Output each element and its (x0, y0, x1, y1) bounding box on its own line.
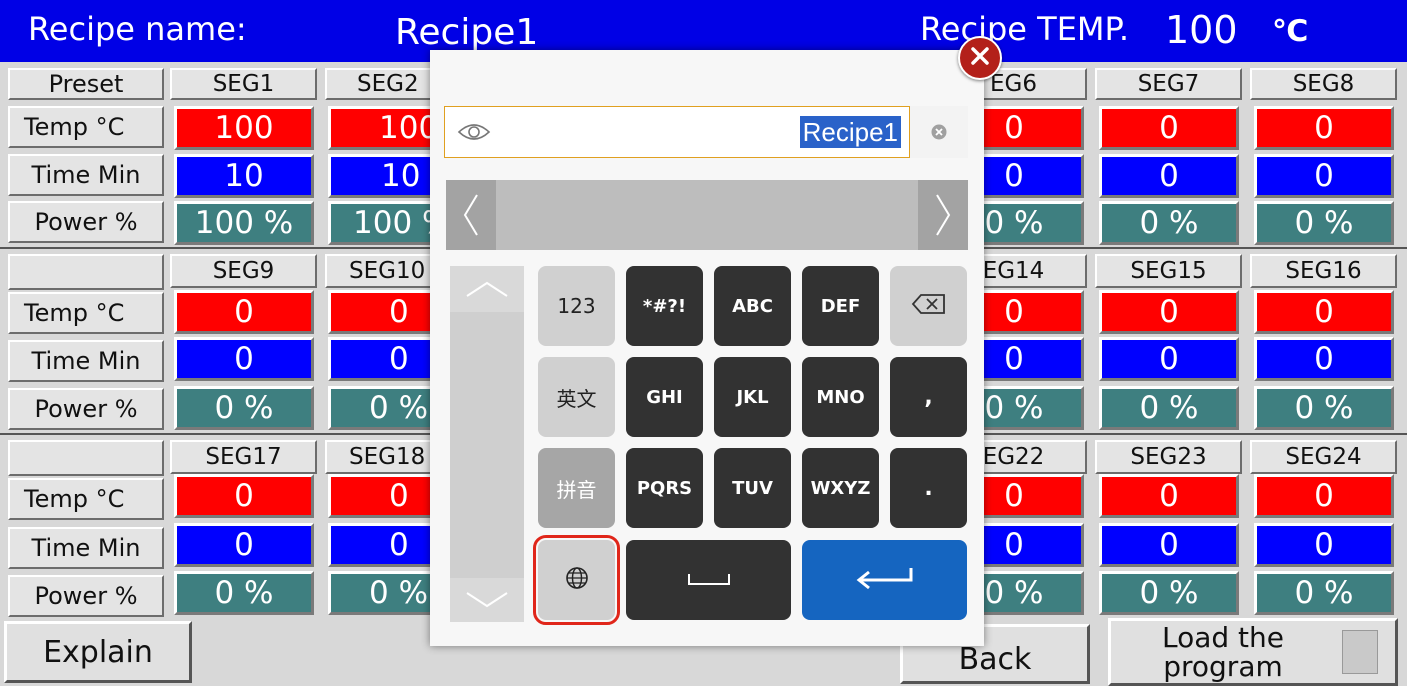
candidate-prev-button[interactable] (446, 180, 496, 250)
time-value[interactable]: 0 (174, 337, 314, 381)
power-row-label: Power % (8, 575, 164, 617)
temp-unit: ℃ (1272, 14, 1309, 49)
time-value[interactable]: 0 (1099, 523, 1239, 567)
time-value[interactable]: 0 (174, 523, 314, 567)
input-text: Recipe1 (799, 116, 901, 148)
eye-icon[interactable] (457, 121, 491, 147)
segment-header: SEG24 (1250, 440, 1397, 474)
temp-value[interactable]: 0 (1254, 474, 1394, 518)
segment-header: SEG16 (1250, 254, 1397, 288)
temp-value[interactable]: 0 (174, 474, 314, 518)
power-row-label: Power % (8, 201, 164, 243)
temp-row-label: Temp °C (8, 292, 164, 334)
time-value[interactable]: 0 (1099, 337, 1239, 381)
candidate-bar (446, 180, 968, 250)
power-value[interactable]: 0 % (174, 386, 314, 430)
temp-value[interactable]: 0 (1099, 106, 1239, 150)
def-key[interactable]: DEF (802, 266, 879, 346)
jkl-key[interactable]: JKL (714, 357, 791, 437)
time-value[interactable]: 0 (1254, 337, 1394, 381)
keyboard-input[interactable]: Recipe1 (444, 106, 910, 158)
period-key[interactable]: . (890, 448, 967, 528)
segment-header: SEG1 (170, 68, 317, 100)
keyboard-close-button[interactable] (958, 36, 1002, 80)
enter-icon (855, 566, 915, 595)
comma-key[interactable]: , (890, 357, 967, 437)
pqrs-key[interactable]: PQRS (626, 448, 703, 528)
load-program-label-line2: program (1163, 650, 1283, 683)
time-row-label: Time Min (8, 154, 164, 196)
recipe-temp-label: Recipe TEMP. (920, 10, 1129, 48)
mno-key[interactable]: MNO (802, 357, 879, 437)
wxyz-key[interactable]: WXYZ (802, 448, 879, 528)
power-value[interactable]: 0 % (1099, 201, 1239, 245)
recipe-name-value[interactable]: Recipe1 (395, 12, 538, 53)
temp-value[interactable]: 0 (174, 290, 314, 334)
numeric-mode-key[interactable]: 123 (538, 266, 615, 346)
segment-header: SEG17 (170, 440, 317, 474)
scroll-up-button[interactable] (450, 266, 524, 312)
recipe-temp-value[interactable]: 100 (1165, 8, 1238, 52)
power-value[interactable]: 0 % (1254, 201, 1394, 245)
time-value[interactable]: 0 (1254, 154, 1394, 198)
backspace-key[interactable] (890, 266, 967, 346)
pinyin-mode-key[interactable]: 拼音 (538, 448, 615, 528)
globe-icon (565, 566, 589, 595)
time-row-label: Time Min (8, 340, 164, 382)
power-value[interactable]: 0 % (1254, 571, 1394, 615)
segment-header: SEG23 (1095, 440, 1242, 474)
time-value[interactable]: 10 (174, 154, 314, 198)
time-row-label: Time Min (8, 527, 164, 569)
group-label-blank (8, 440, 164, 476)
backspace-icon (911, 293, 947, 320)
english-mode-key[interactable]: 英文 (538, 357, 615, 437)
candidate-next-button[interactable] (918, 180, 968, 250)
preset-button[interactable]: Preset (8, 68, 164, 100)
temp-row-label: Temp °C (8, 106, 164, 148)
group-label-blank (8, 254, 164, 290)
language-key[interactable] (533, 535, 620, 625)
close-icon (969, 45, 991, 71)
candidate-scroll-column[interactable] (450, 266, 524, 622)
abc-key[interactable]: ABC (714, 266, 791, 346)
temp-value[interactable]: 0 (1099, 474, 1239, 518)
recipe-name-label: Recipe name: (28, 10, 247, 48)
ghi-key[interactable]: GHI (626, 357, 703, 437)
tuv-key[interactable]: TUV (714, 448, 791, 528)
temp-value[interactable]: 0 (1254, 290, 1394, 334)
time-value[interactable]: 0 (1254, 523, 1394, 567)
load-indicator (1342, 630, 1378, 674)
explain-button[interactable]: Explain (4, 621, 192, 683)
symbols-key[interactable]: *#?! (626, 266, 703, 346)
space-key[interactable] (626, 540, 791, 620)
enter-key[interactable] (802, 540, 967, 620)
load-program-label-line1: Load the (1161, 620, 1285, 654)
temp-value[interactable]: 100 (174, 106, 314, 150)
segment-header: SEG15 (1095, 254, 1242, 288)
power-row-label: Power % (8, 388, 164, 430)
segment-header: SEG9 (170, 254, 317, 288)
temp-value[interactable]: 0 (1254, 106, 1394, 150)
power-value[interactable]: 0 % (1254, 386, 1394, 430)
power-value[interactable]: 0 % (174, 571, 314, 615)
power-value[interactable]: 0 % (1099, 571, 1239, 615)
scroll-down-button[interactable] (450, 578, 524, 622)
time-value[interactable]: 0 (1099, 154, 1239, 198)
clear-icon[interactable] (910, 106, 968, 158)
space-icon (687, 570, 731, 591)
soft-keyboard: Recipe1 123 英文 拼音 *#?! ABC DEF GHI JKL M… (430, 50, 984, 646)
temp-row-label: Temp °C (8, 478, 164, 520)
segment-header: SEG8 (1250, 68, 1397, 100)
power-value[interactable]: 100 % (174, 201, 314, 245)
power-value[interactable]: 0 % (1099, 386, 1239, 430)
temp-value[interactable]: 0 (1099, 290, 1239, 334)
segment-header: SEG7 (1095, 68, 1242, 100)
